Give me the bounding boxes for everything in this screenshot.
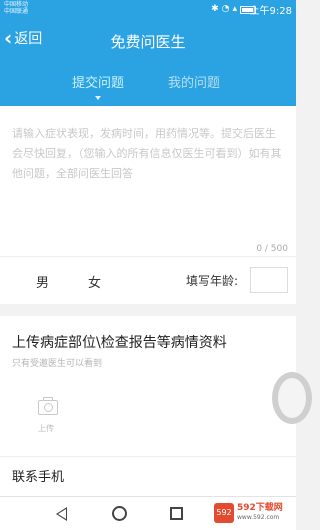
age-input[interactable]	[250, 267, 288, 293]
radio-circle-icon	[64, 274, 78, 289]
watermark-url: www.592.com	[237, 514, 280, 521]
watermark: 592 592下载网 www.592.com	[214, 503, 283, 523]
tab-my-questions[interactable]: 我的问题	[168, 72, 220, 91]
floating-assist-button[interactable]	[272, 372, 312, 424]
gender-female-radio[interactable]: 女	[64, 272, 101, 291]
watermark-title: 592下载网	[237, 503, 283, 513]
radio-circle-icon	[12, 274, 26, 289]
gender-female-label: 女	[88, 276, 102, 291]
nav-back-icon[interactable]	[56, 507, 67, 521]
upload-button[interactable]: 上传	[30, 396, 68, 440]
gender-male-label: 男	[36, 276, 50, 291]
bluetooth-icon: ✱	[211, 4, 219, 14]
system-nav-bar: 592 592下载网 www.592.com	[0, 496, 296, 530]
upload-hint: 只有受邀医生可以看到	[12, 359, 103, 369]
carrier-1: 中国移动	[4, 1, 29, 8]
watermark-logo: 592	[214, 503, 234, 523]
question-input-area[interactable]: 请输入症状表现，发病时间，用药情况等。提交后医生会尽快回复，（您输入的所有信息仅…	[0, 106, 296, 256]
watermark-text: 592下载网 www.592.com	[237, 503, 283, 523]
age-label: 填写年龄:	[186, 274, 239, 288]
status-bar: 中国移动 中国联通 ✱ ◔ ▴ 上午9:28	[0, 0, 296, 18]
app-header: ‹ 返回 免费问医生	[0, 18, 296, 62]
char-count: 0 / 500	[256, 244, 288, 254]
nav-recent-apps-icon[interactable]	[170, 507, 183, 520]
status-time: 上午9:28	[249, 6, 292, 17]
camera-icon	[38, 397, 58, 415]
nav-home-icon[interactable]	[112, 506, 127, 521]
active-tab-indicator	[95, 96, 101, 100]
upload-section: 上传病症部位\检查报告等病情资料 只有受邀医生可以看到 上传	[0, 316, 296, 456]
upload-title: 上传病症部位\检查报告等病情资料	[12, 335, 227, 351]
signal-icon: ▴	[232, 4, 237, 14]
tab-submit-question[interactable]: 提交问题	[72, 72, 124, 91]
carrier-2: 中国联通	[4, 8, 29, 15]
patient-info-row: 男 女 填写年龄:	[0, 256, 296, 304]
contact-label: 联系手机	[12, 470, 65, 485]
page-title: 免费问医生	[110, 33, 186, 51]
question-placeholder[interactable]: 请输入症状表现，发病时间，用药情况等。提交后医生会尽快回复，（您输入的所有信息仅…	[12, 124, 284, 184]
tab-bar: 提交问题 我的问题	[0, 62, 296, 106]
carrier-info: 中国移动 中国联通	[4, 1, 28, 15]
wifi-icon: ◔	[221, 4, 230, 14]
upload-button-label: 上传	[38, 424, 54, 433]
gender-male-radio[interactable]: 男	[12, 272, 49, 291]
contact-section: 联系手机	[0, 456, 296, 496]
